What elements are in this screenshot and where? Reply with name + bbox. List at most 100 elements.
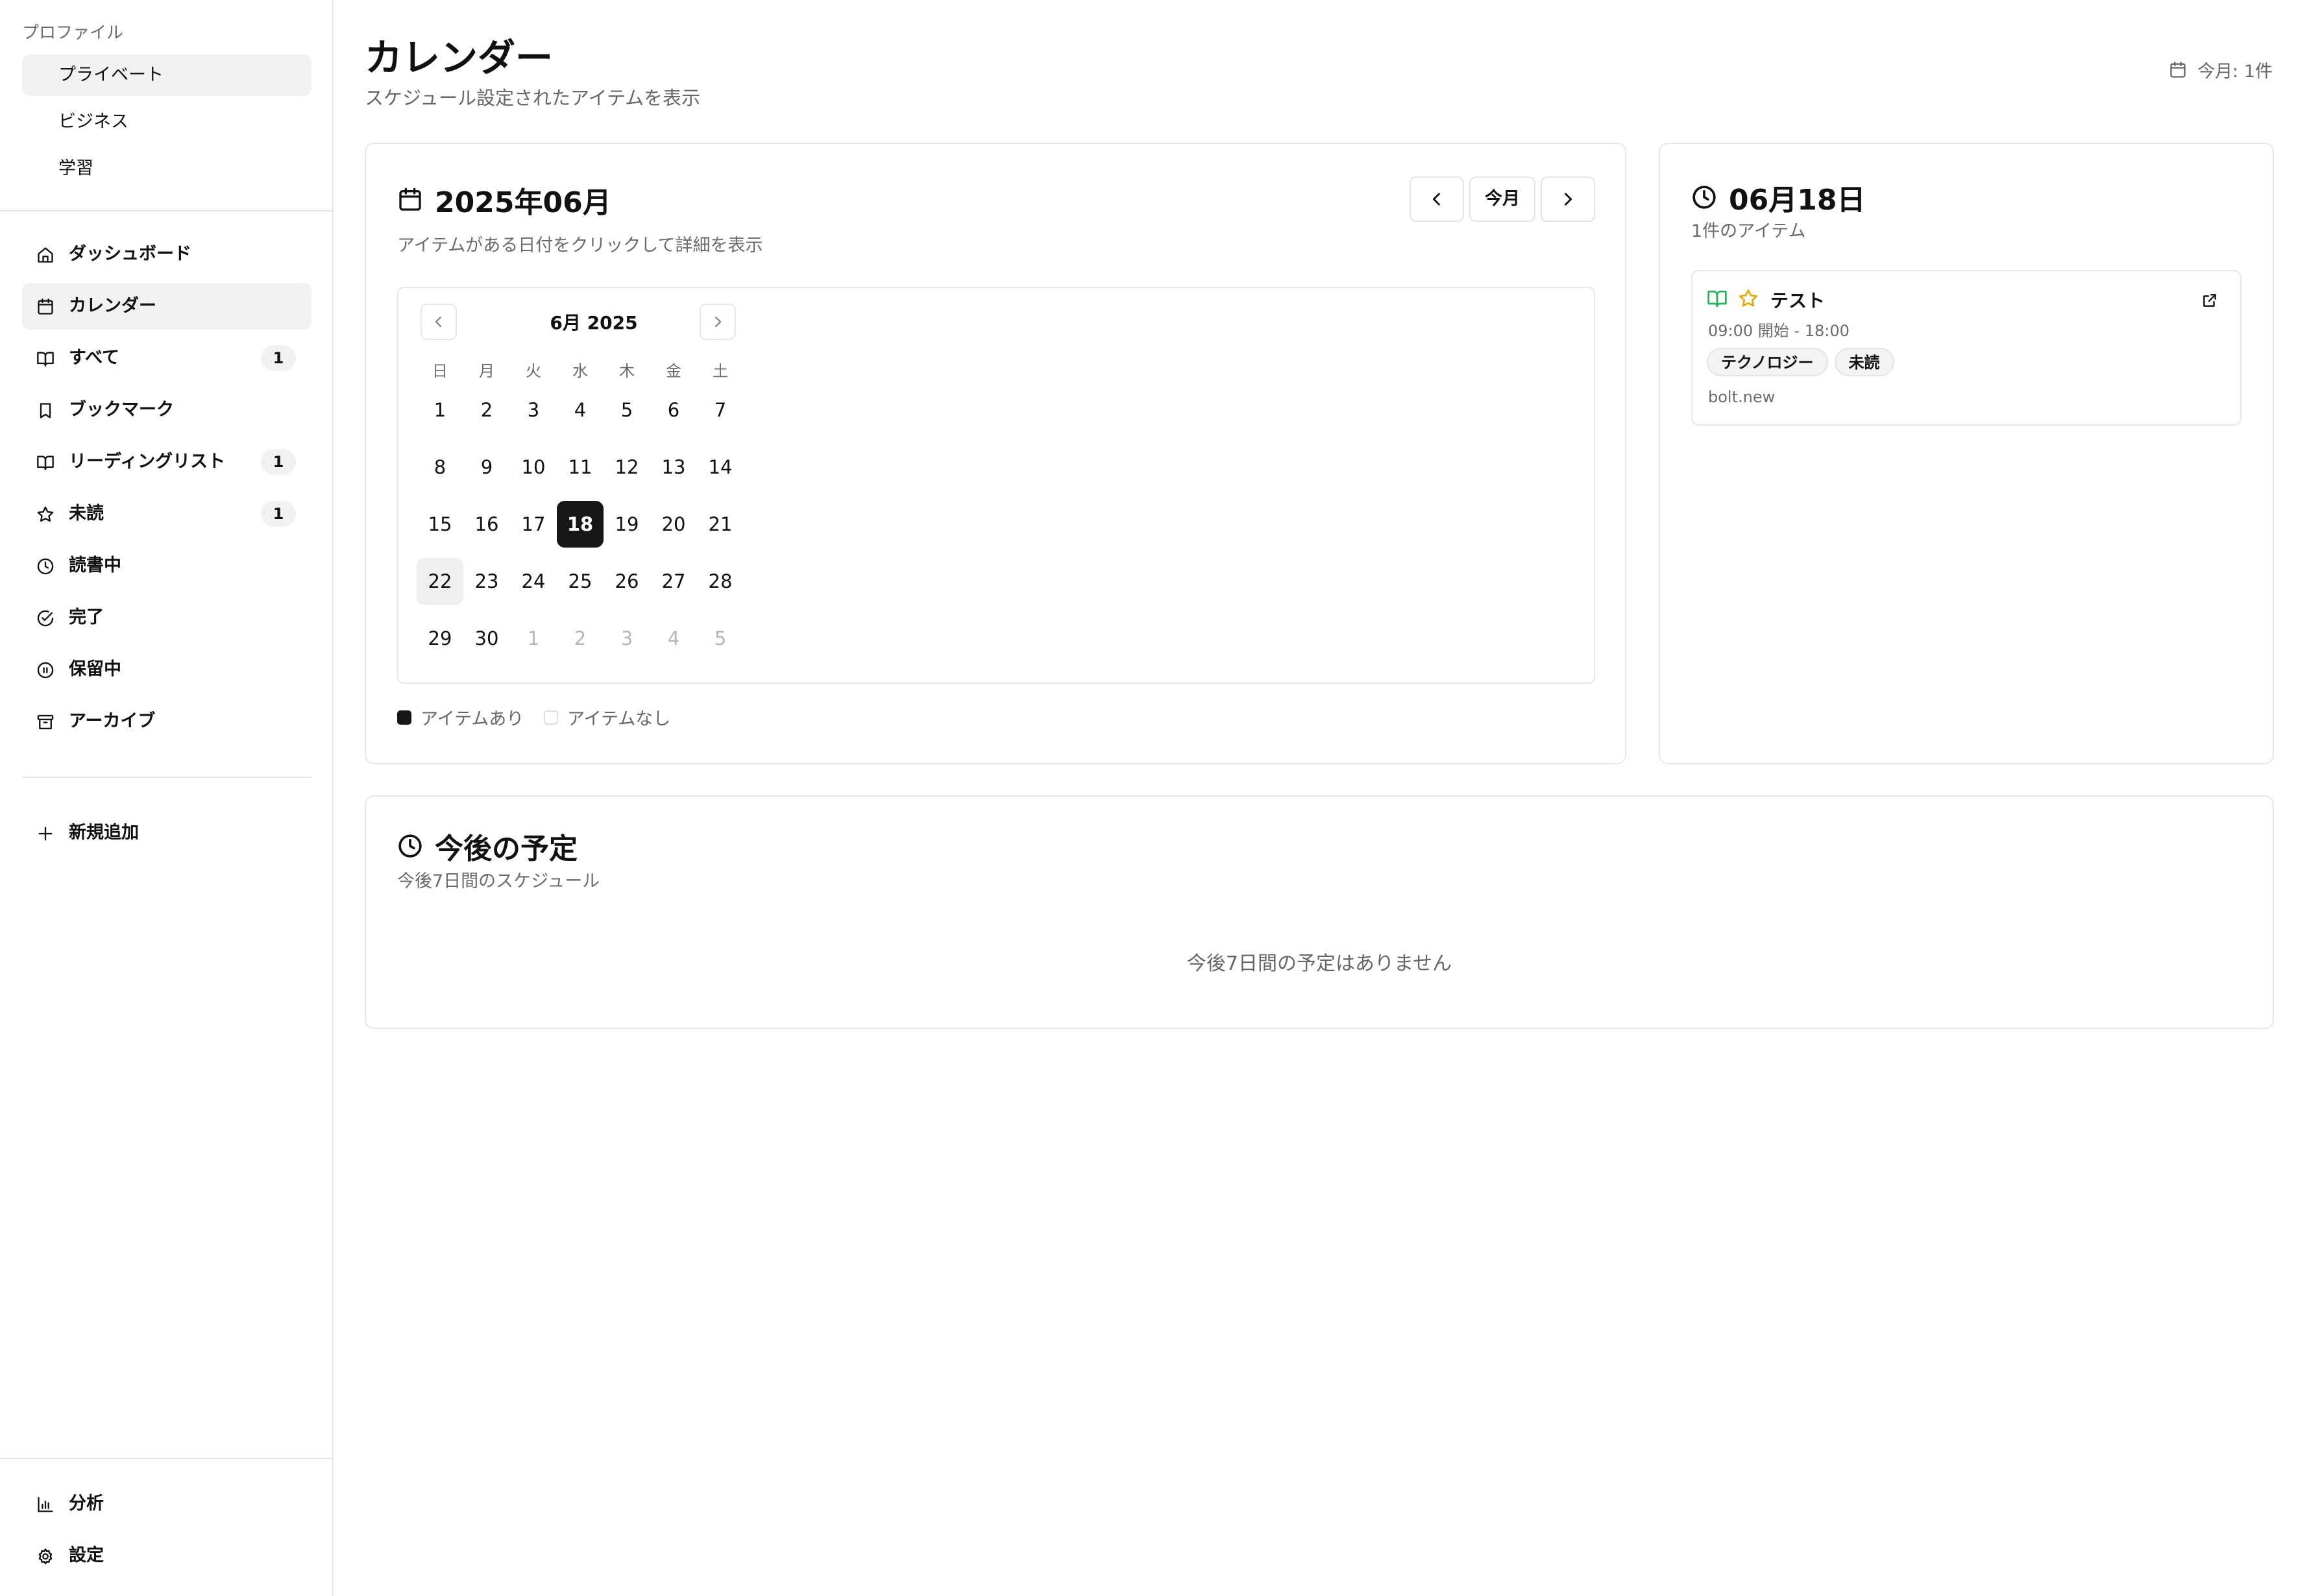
weekday-header: 火 (526, 362, 541, 380)
sidebar: プロファイル プライベート ビジネス 学習 ダッシュボード カレンダー すべて … (0, 0, 334, 1596)
profile-item-business[interactable]: ビジネス (22, 101, 312, 143)
outside-day-cell[interactable]: 3 (604, 615, 650, 662)
clock-icon (1691, 184, 1717, 210)
day-cell[interactable]: 26 (604, 558, 650, 605)
next-month-button[interactable] (1541, 176, 1595, 222)
day-cell[interactable]: 14 (697, 444, 744, 490)
sidebar-item-archive[interactable]: アーカイブ (22, 698, 312, 745)
day-cell[interactable]: 17 (510, 501, 557, 548)
day-cell[interactable]: 19 (604, 501, 650, 548)
day-cell[interactable]: 12 (604, 444, 650, 490)
day-cell[interactable]: 30 (463, 615, 510, 662)
outside-day-cell[interactable]: 2 (557, 615, 604, 662)
legend-swatch-empty (544, 710, 558, 725)
day-cell[interactable]: 22 (417, 558, 463, 605)
tag-badge: 未読 (1834, 348, 1894, 376)
selected-day-cell[interactable]: 18 (557, 501, 604, 548)
day-cell[interactable]: 16 (463, 501, 510, 548)
weekday-header: 日 (432, 362, 448, 380)
sidebar-item-analytics[interactable]: 分析 (22, 1481, 312, 1527)
book-open-icon (36, 350, 55, 368)
legend-no-items: アイテムなし (544, 705, 670, 730)
outside-day-cell[interactable]: 1 (510, 615, 557, 662)
page-subtitle: スケジュール設定されたアイテムを表示 (365, 87, 701, 109)
count-badge: 1 (261, 501, 296, 527)
sidebar-item-bookmarks[interactable]: ブックマーク (22, 387, 312, 433)
day-cell[interactable]: 1 (417, 387, 463, 433)
sidebar-item-unread[interactable]: 未読 1 (22, 490, 312, 537)
upcoming-subtitle: 今後7日間のスケジュール (397, 871, 600, 891)
weekday-header: 月 (479, 362, 495, 380)
add-new-button[interactable]: 新規追加 (22, 810, 312, 856)
prev-month-button[interactable] (1410, 176, 1464, 222)
day-cell[interactable]: 9 (463, 444, 510, 490)
day-cell[interactable]: 4 (557, 387, 604, 433)
sidebar-item-dashboard[interactable]: ダッシュボード (22, 231, 312, 278)
day-detail-title: 06月18日 (1691, 176, 1865, 218)
calendar-card-subtitle: アイテムがある日付をクリックして詳細を表示 (397, 236, 763, 256)
check-circle-icon (36, 609, 55, 627)
sidebar-item-all[interactable]: すべて 1 (22, 335, 312, 381)
day-cell[interactable]: 28 (697, 558, 744, 605)
profile-item-private[interactable]: プライベート (22, 54, 312, 96)
clock-icon (397, 833, 423, 859)
chevron-right-icon (710, 314, 726, 330)
pause-circle-icon (36, 661, 55, 679)
profile-item-study[interactable]: 学習 (22, 148, 312, 189)
this-month-button[interactable]: 今月 (1469, 176, 1535, 222)
day-cell[interactable]: 23 (463, 558, 510, 605)
day-cell[interactable]: 2 (463, 387, 510, 433)
calendar-card: 2025年06月 アイテムがある日付をクリックして詳細を表示 今月 6月 202… (365, 143, 1626, 764)
day-detail-title-text: 06月18日 (1729, 184, 1866, 217)
clock-icon (36, 557, 55, 575)
sidebar-item-label: 設定 (69, 1545, 104, 1566)
book-open-icon (36, 453, 55, 472)
outside-day-cell[interactable]: 5 (697, 615, 744, 662)
day-cell[interactable]: 21 (697, 501, 744, 548)
sidebar-item-calendar[interactable]: カレンダー (22, 283, 312, 330)
picker-next-button[interactable] (700, 304, 736, 340)
day-cell[interactable]: 25 (557, 558, 604, 605)
sidebar-divider (22, 777, 312, 778)
home-icon (36, 246, 55, 264)
upcoming-empty-message: 今後7日間の予定はありません (1186, 952, 1452, 975)
profile-section-label: プロファイル (22, 23, 124, 43)
day-cell[interactable]: 13 (650, 444, 697, 490)
scheduled-item-card[interactable]: テスト 09:00 開始 - 18:00 テクノロジー 未読 bolt.new (1691, 270, 2242, 426)
sidebar-item-settings[interactable]: 設定 (22, 1532, 312, 1579)
picker-prev-button[interactable] (421, 304, 457, 340)
item-source: bolt.new (1708, 388, 1776, 406)
item-title: テスト (1770, 290, 1826, 311)
day-cell[interactable]: 29 (417, 615, 463, 662)
day-cell[interactable]: 6 (650, 387, 697, 433)
external-link-icon[interactable] (2201, 292, 2218, 309)
day-cell[interactable]: 24 (510, 558, 557, 605)
day-detail-subtitle: 1件のアイテム (1691, 221, 1806, 241)
gear-icon (36, 1547, 55, 1566)
day-cell[interactable]: 3 (510, 387, 557, 433)
day-cell[interactable]: 15 (417, 501, 463, 548)
day-cell[interactable]: 8 (417, 444, 463, 490)
day-cell[interactable]: 5 (604, 387, 650, 433)
sidebar-item-reading[interactable]: 読書中 (22, 542, 312, 589)
sidebar-divider (0, 210, 332, 212)
weekday-header: 金 (666, 362, 681, 380)
day-cell[interactable]: 10 (510, 444, 557, 490)
sidebar-item-label: 完了 (69, 607, 104, 627)
sidebar-item-on-hold[interactable]: 保留中 (22, 646, 312, 693)
count-badge: 1 (261, 345, 296, 371)
plus-icon (36, 825, 55, 843)
sidebar-item-completed[interactable]: 完了 (22, 594, 312, 641)
calendar-icon (397, 187, 423, 213)
legend-has-items: アイテムあり (397, 705, 524, 730)
bar-chart-icon (36, 1495, 55, 1514)
day-cell[interactable]: 11 (557, 444, 604, 490)
calendar-card-title: 2025年06月 (397, 179, 611, 221)
sidebar-item-label: アーカイブ (69, 711, 156, 731)
day-cell[interactable]: 27 (650, 558, 697, 605)
day-cell[interactable]: 7 (697, 387, 744, 433)
day-cell[interactable]: 20 (650, 501, 697, 548)
sidebar-item-reading-list[interactable]: リーディングリスト 1 (22, 439, 312, 485)
tag-badge: テクノロジー (1707, 348, 1828, 376)
outside-day-cell[interactable]: 4 (650, 615, 697, 662)
